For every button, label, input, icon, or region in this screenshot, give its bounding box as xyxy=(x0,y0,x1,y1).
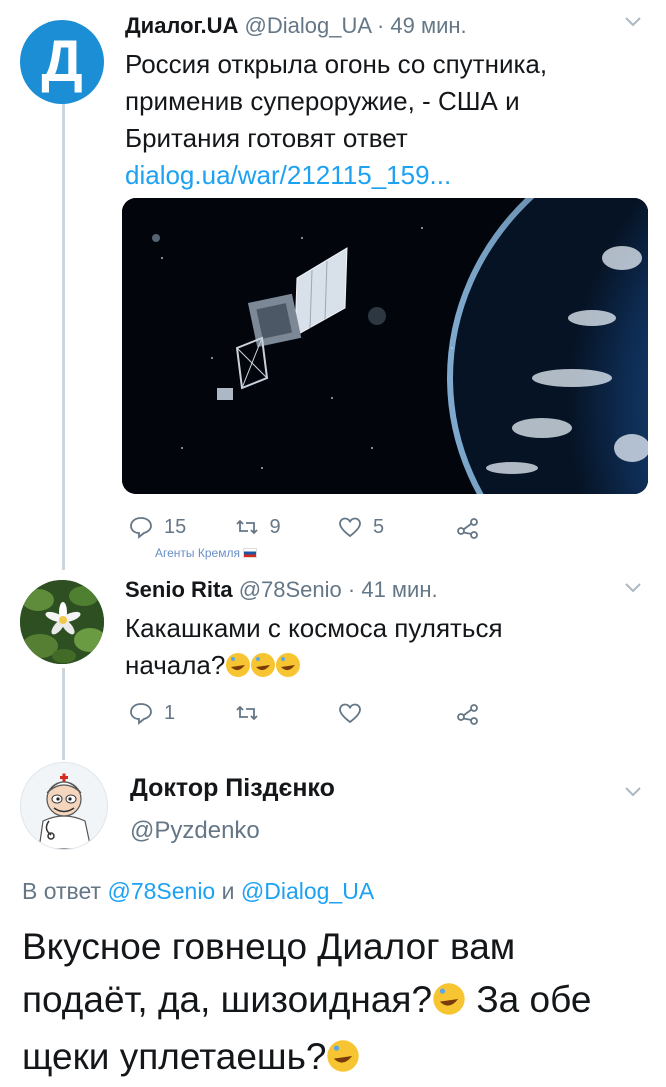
timestamp[interactable]: · 41 мин. xyxy=(348,577,438,602)
author-handle[interactable]: @78Senio xyxy=(239,577,342,602)
rofl-emoji-icon xyxy=(326,1034,360,1087)
reply-icon xyxy=(130,703,152,725)
like-button[interactable]: 5 xyxy=(337,514,451,540)
reply-button[interactable]: 15 xyxy=(128,514,242,540)
russia-flag-icon xyxy=(243,548,258,558)
tweet-body: Россия открыла огонь со спутника, примен… xyxy=(125,49,548,153)
thread-line xyxy=(62,100,65,570)
share-button[interactable] xyxy=(455,700,569,726)
tweet-text: Россия открыла огонь со спутника, примен… xyxy=(125,46,625,194)
author-name[interactable]: Senio Rita xyxy=(125,577,233,602)
tweet-body: Какашками с космоса пуляться начала? xyxy=(125,613,503,680)
reply-count: 1 xyxy=(164,701,176,724)
tweet-header: Диалог.UA @Dialog_UA · 49 мин. xyxy=(125,12,467,40)
like-button[interactable] xyxy=(337,700,451,726)
reply-context: В ответ @78Senio и @Dialog_UA xyxy=(22,876,374,906)
reply-button[interactable]: 1 xyxy=(128,700,242,726)
share-icon xyxy=(456,704,478,725)
reply-prefix: В ответ xyxy=(22,878,102,904)
tweet-actions: 1 xyxy=(128,698,568,728)
doctor-cartoon-image xyxy=(21,763,107,849)
avatar[interactable]: Д xyxy=(20,20,104,104)
rofl-emoji-icon xyxy=(225,651,301,688)
author-name[interactable]: Диалог.UA xyxy=(125,13,238,38)
like-count: 5 xyxy=(373,515,385,538)
rofl-emoji-icon xyxy=(432,977,466,1030)
tweet-link[interactable]: dialog.ua/war/212115_159... xyxy=(125,160,451,190)
watermark-caption: Агенты Кремля xyxy=(155,546,258,560)
reply-and: и xyxy=(221,878,235,904)
avatar[interactable] xyxy=(20,580,104,664)
share-icon xyxy=(456,518,478,539)
chevron-down-icon[interactable] xyxy=(622,10,644,38)
retweet-icon xyxy=(235,705,258,721)
avatar-letter: Д xyxy=(41,29,83,94)
retweet-button[interactable]: 9 xyxy=(234,514,348,540)
author-handle[interactable]: @Dialog_UA xyxy=(245,13,371,38)
author-name[interactable]: Доктор Піздєнко xyxy=(130,772,335,804)
heart-icon xyxy=(339,703,361,724)
retweet-count: 9 xyxy=(269,515,281,538)
tweet-header: Senio Rita @78Senio · 41 мин. xyxy=(125,576,438,604)
satellite-earth-image xyxy=(122,198,648,494)
tweet-actions: 15 9 5 xyxy=(128,512,568,542)
share-button[interactable] xyxy=(455,514,569,540)
reply-mention-senio[interactable]: @78Senio xyxy=(107,878,215,904)
reply-count: 15 xyxy=(164,515,187,538)
reply-mention-dialog[interactable]: @Dialog_UA xyxy=(241,878,374,904)
reply-icon xyxy=(130,517,152,539)
caption-text: Агенты Кремля xyxy=(155,546,240,560)
water-lily-image xyxy=(20,580,104,664)
avatar[interactable] xyxy=(20,762,108,850)
retweet-icon xyxy=(235,519,258,535)
tweet-media-image[interactable] xyxy=(122,198,648,494)
retweet-button[interactable] xyxy=(234,700,348,726)
thread-line xyxy=(62,668,65,760)
heart-icon xyxy=(339,517,361,538)
tweet-text-large: Вкусное говнецо Диалог вам подаёт, да, ш… xyxy=(22,920,632,1087)
timestamp[interactable]: · 49 мин. xyxy=(377,13,467,38)
chevron-down-icon[interactable] xyxy=(622,780,644,808)
tweet-text: Какашками с космоса пуляться начала? xyxy=(125,610,605,688)
chevron-down-icon[interactable] xyxy=(622,576,644,604)
author-handle[interactable]: @Pyzdenko xyxy=(130,815,260,847)
